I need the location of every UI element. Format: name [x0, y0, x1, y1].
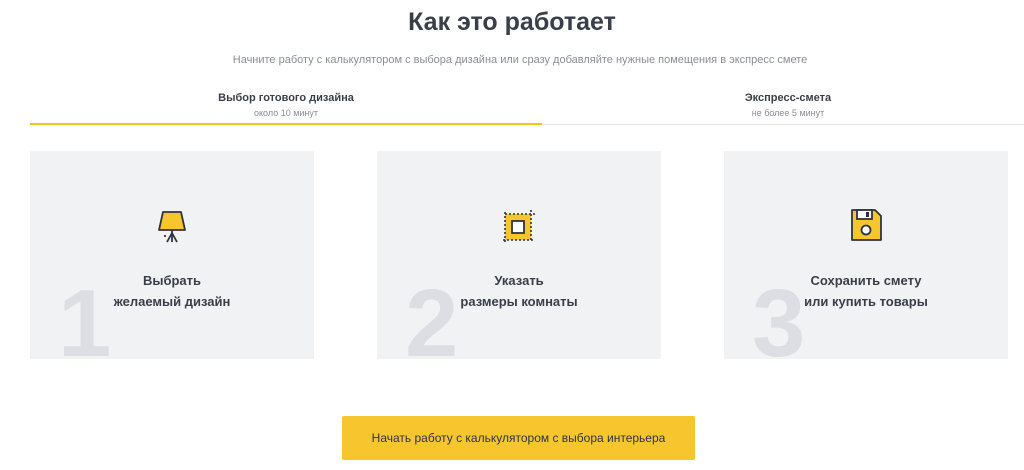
how-it-works-section: Как это работает Начните работу с кальку… [0, 0, 1024, 470]
step-card-3: 3 Сохранить смету или купить товары [724, 151, 1008, 359]
step-text: Сохранить смету или купить товары [804, 273, 928, 309]
section-title: Как это работает [408, 8, 616, 36]
tab-label: Выбор готового дизайна [218, 92, 354, 104]
start-calculator-button[interactable]: Начать работу с калькулятором с выбора и… [342, 416, 695, 460]
step-text: Выбрать желаемый дизайн [113, 273, 231, 309]
step-card-1: 1 Выбрать желаемый дизайн [30, 151, 314, 359]
step-card-2: 2 Указать размеры комнаты [377, 151, 661, 359]
tab-sublabel: около 10 минут [253, 108, 319, 118]
active-tab-indicator [30, 123, 542, 125]
tab-label: Экспресс-смета [744, 92, 832, 104]
mode-tabs: Выбор готового дизайна около 10 минут Эк… [30, 88, 1024, 126]
tab-express-estimate[interactable]: Экспресс-смета не более 5 минут [542, 88, 1024, 124]
lamp-icon [152, 206, 192, 246]
tab-sublabel: не более 5 минут [751, 108, 825, 118]
section-subtitle: Начните работу с калькулятором с выбора … [232, 54, 808, 66]
step-text: Указать размеры комнаты [460, 273, 578, 309]
tab-ready-design[interactable]: Выбор готового дизайна около 10 минут [30, 88, 542, 124]
floppy-disk-icon [846, 206, 886, 246]
room-size-icon [499, 206, 539, 246]
